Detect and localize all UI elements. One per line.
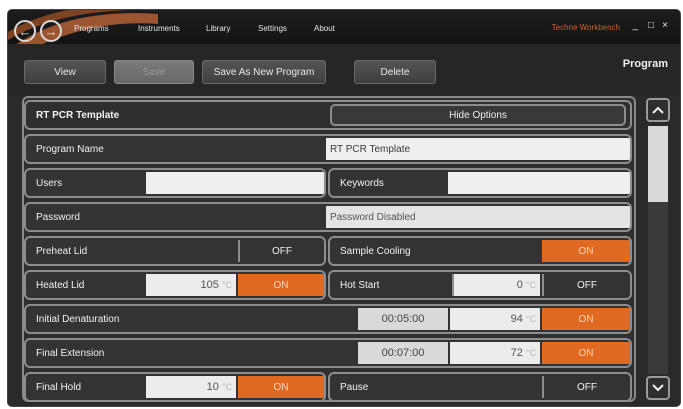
hide-options-button[interactable]: Hide Options (330, 104, 626, 126)
menu-programs[interactable]: Programs (74, 24, 109, 33)
initial-denaturation-toggle[interactable]: ON (542, 308, 630, 330)
save-as-new-program-button[interactable]: Save As New Program (202, 60, 326, 84)
final-extension-row: Final Extension 00:07:00 72 °C ON (22, 338, 634, 368)
hot-start-temp-value: 0 (516, 279, 523, 291)
users-field[interactable] (146, 172, 324, 194)
password-box: Password Password Disabled (24, 202, 632, 232)
view-button[interactable]: View (24, 60, 106, 84)
program-name-row: Program Name RT PCR Template (22, 134, 634, 164)
hot-start-temp-field[interactable]: 0 °C (452, 274, 540, 296)
preheat-cooling-row: Preheat Lid OFF Sample Cooling ON (22, 236, 634, 266)
final-hold-unit: °C (221, 382, 232, 392)
password-row: Password Password Disabled (22, 202, 634, 232)
final-hold-pause-row: Final Hold 10 °C ON Pause OFF (22, 372, 634, 402)
forward-arrow-icon[interactable]: → (40, 20, 62, 42)
menu-library[interactable]: Library (206, 24, 230, 33)
initial-denaturation-temp-value: 94 (510, 313, 523, 325)
final-hold-temp-field[interactable]: 10 °C (146, 376, 236, 398)
program-name-field[interactable]: RT PCR Template (326, 138, 630, 160)
preheat-lid-box: Preheat Lid OFF (24, 236, 326, 266)
hot-start-unit: °C (525, 280, 536, 290)
menu-settings[interactable]: Settings (258, 24, 287, 33)
final-extension-unit: °C (525, 348, 536, 358)
app-title: Techne Workbench (551, 23, 620, 32)
initial-denaturation-label: Initial Denaturation (36, 314, 120, 325)
users-keywords-row: Users Keywords (22, 168, 634, 198)
maximize-icon[interactable]: □ (648, 20, 654, 31)
final-extension-temp-value: 72 (510, 347, 523, 359)
pause-toggle[interactable]: OFF (542, 376, 630, 398)
save-button[interactable]: Save (114, 60, 194, 84)
keywords-label: Keywords (340, 178, 384, 189)
heated-lid-hotstart-row: Heated Lid 105 °C ON Hot Start 0 °C OFF (22, 270, 634, 300)
heated-lid-unit: °C (221, 280, 232, 290)
users-label: Users (36, 178, 63, 189)
close-icon[interactable]: × (662, 20, 668, 31)
menu-about[interactable]: About (314, 24, 335, 33)
pause-label: Pause (340, 382, 369, 393)
pause-box: Pause OFF (328, 372, 632, 402)
vertical-scrollbar[interactable] (646, 96, 670, 402)
heated-lid-box: Heated Lid 105 °C ON (24, 270, 326, 300)
initial-denaturation-row: Initial Denaturation 00:05:00 94 °C ON (22, 304, 634, 334)
section-title: Program (622, 58, 668, 70)
scroll-up-chevron-icon[interactable] (646, 98, 670, 122)
delete-button[interactable]: Delete (354, 60, 436, 84)
heated-lid-temp-value: 105 (200, 279, 219, 291)
minimize-icon[interactable]: _ (632, 20, 638, 31)
sample-cooling-toggle[interactable]: ON (542, 240, 630, 262)
final-extension-temp-field[interactable]: 72 °C (450, 342, 540, 364)
users-box: Users (24, 168, 326, 198)
keywords-box: Keywords (328, 168, 632, 198)
final-hold-box: Final Hold 10 °C ON (24, 372, 326, 402)
preheat-lid-toggle[interactable]: OFF (238, 240, 324, 262)
app-window: ← → Programs Instruments Library Setting… (8, 10, 680, 406)
final-hold-toggle[interactable]: ON (238, 376, 324, 398)
back-arrow-icon[interactable]: ← (14, 20, 36, 42)
initial-denaturation-time-field[interactable]: 00:05:00 (358, 308, 448, 330)
sample-cooling-label: Sample Cooling (340, 246, 411, 257)
final-hold-temp-value: 10 (206, 381, 219, 393)
scroll-down-chevron-icon[interactable] (646, 376, 670, 400)
hot-start-label: Hot Start (340, 280, 380, 291)
menu-instruments[interactable]: Instruments (138, 24, 180, 33)
final-extension-toggle[interactable]: ON (542, 342, 630, 364)
hot-start-box: Hot Start 0 °C OFF (328, 270, 632, 300)
heated-lid-temp-field[interactable]: 105 °C (146, 274, 236, 296)
program-header: RT PCR Template Hide Options (24, 100, 632, 130)
hot-start-toggle[interactable]: OFF (542, 274, 630, 296)
final-extension-time-field[interactable]: 00:07:00 (358, 342, 448, 364)
password-field[interactable]: Password Disabled (326, 206, 630, 228)
initial-denaturation-unit: °C (525, 314, 536, 324)
initial-denaturation-box: Initial Denaturation 00:05:00 94 °C ON (24, 304, 632, 334)
keywords-field[interactable] (448, 172, 630, 194)
initial-denaturation-temp-field[interactable]: 94 °C (450, 308, 540, 330)
program-name-box: Program Name RT PCR Template (24, 134, 632, 164)
scroll-thumb[interactable] (648, 126, 668, 202)
password-label: Password (36, 212, 80, 223)
heated-lid-toggle[interactable]: ON (238, 274, 324, 296)
final-extension-box: Final Extension 00:07:00 72 °C ON (24, 338, 632, 368)
final-extension-label: Final Extension (36, 348, 105, 359)
preheat-lid-label: Preheat Lid (36, 246, 88, 257)
sample-cooling-box: Sample Cooling ON (328, 236, 632, 266)
program-name-label: Program Name (36, 144, 104, 155)
final-hold-label: Final Hold (36, 382, 82, 393)
heated-lid-label: Heated Lid (36, 280, 85, 291)
menu-bar: ← → Programs Instruments Library Setting… (8, 10, 680, 62)
toolbar: View Save Save As New Program Delete Pro… (8, 44, 680, 96)
program-title: RT PCR Template (36, 110, 120, 121)
program-header-row: RT PCR Template Hide Options (22, 100, 634, 130)
